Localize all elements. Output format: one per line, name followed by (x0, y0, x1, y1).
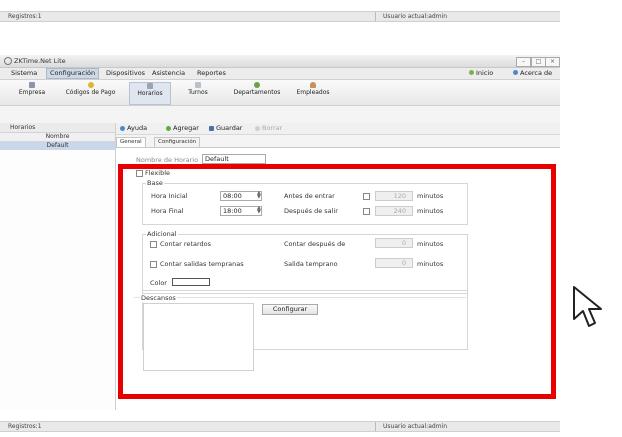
mouse-cursor-icon (573, 286, 602, 327)
department-icon (254, 82, 260, 88)
records-count-bottom: Registros:1 (8, 423, 42, 430)
close-button[interactable]: × (545, 57, 560, 67)
toolbar-empresa[interactable]: Empresa (14, 82, 50, 103)
home-icon (469, 70, 474, 75)
schedule-name-input[interactable]: Default (202, 154, 266, 164)
toolbar-turnos[interactable]: Turnos (182, 82, 214, 103)
menu-bar: Sistema Configuración Dispositivos Asist… (0, 68, 560, 80)
add-icon (166, 125, 171, 131)
action-bar: Ayuda Agregar Guardar Borrar (116, 123, 560, 135)
schedule-icon (147, 83, 153, 89)
company-icon (29, 82, 35, 88)
highlight-frame (118, 164, 556, 399)
bottom-status-bar: Registros:1 Usuario actual:admin (0, 421, 560, 432)
toolbar-codigos-pago[interactable]: Códigos de Pago (59, 82, 122, 103)
panel-header: Horarios (0, 123, 115, 133)
status-separator (375, 12, 376, 21)
shift-icon (195, 82, 201, 88)
schedules-list-panel: Horarios Nombre Default (0, 123, 116, 410)
schedule-name-label: Nombre de Horario (136, 156, 199, 164)
toolbar-departamentos[interactable]: Departamentos (228, 82, 286, 103)
maximize-button[interactable]: □ (531, 57, 546, 67)
delete-label: Borrar (262, 124, 283, 132)
ribbon-toolbar: Empresa Códigos de Pago Horarios Turnos … (0, 80, 560, 106)
menu-configuracion[interactable]: Configuración (46, 68, 100, 79)
list-item[interactable]: Default (0, 142, 115, 150)
toolbar-codigos-label: Códigos de Pago (65, 89, 116, 96)
toolbar-horarios-label: Horarios (137, 90, 163, 97)
help-button[interactable]: Ayuda (120, 124, 147, 133)
delete-icon (255, 125, 260, 131)
column-header-nombre[interactable]: Nombre (0, 133, 115, 142)
add-button[interactable]: Agregar (166, 124, 199, 133)
about-label: Acerca de (520, 69, 553, 77)
delete-button[interactable]: Borrar (255, 124, 282, 133)
records-count: Registros:1 (8, 13, 42, 20)
home-link[interactable]: Inicio (466, 69, 496, 78)
toolbar-departamentos-label: Departamentos (233, 89, 281, 96)
toolbar-empleados-label: Empleados (296, 89, 330, 96)
home-label: Inicio (476, 69, 494, 77)
menu-dispositivos[interactable]: Dispositivos (103, 69, 148, 78)
current-user-bottom: Usuario actual:admin (383, 423, 448, 430)
menu-asistencia[interactable]: Asistencia (149, 69, 188, 78)
help-icon (120, 125, 125, 131)
toolbar-empresa-label: Empresa (18, 89, 46, 96)
menu-sistema[interactable]: Sistema (8, 69, 40, 78)
about-link[interactable]: Acerca de (510, 69, 555, 78)
title-bar: ZKTime.Net Lite – □ × (0, 55, 560, 68)
toolbar-turnos-label: Turnos (188, 89, 208, 96)
toolbar-horarios[interactable]: Horarios (129, 82, 171, 105)
save-label: Guardar (216, 124, 243, 132)
add-label: Agregar (173, 124, 199, 132)
current-user: Usuario actual:admin (383, 13, 448, 20)
window-title: ZKTime.Net Lite (14, 57, 66, 65)
coin-icon (87, 82, 94, 88)
help-label: Ayuda (127, 124, 148, 132)
save-button[interactable]: Guardar (209, 124, 242, 133)
info-icon (513, 70, 518, 75)
menu-reportes[interactable]: Reportes (194, 69, 229, 78)
employee-icon (310, 82, 316, 88)
top-status-bar: Registros:1 Usuario actual:admin (0, 11, 560, 22)
minimize-button[interactable]: – (516, 57, 531, 67)
save-icon (209, 125, 214, 131)
app-logo-icon (4, 57, 12, 65)
status-separator-bottom (375, 422, 376, 431)
toolbar-empleados[interactable]: Empleados (291, 82, 335, 103)
